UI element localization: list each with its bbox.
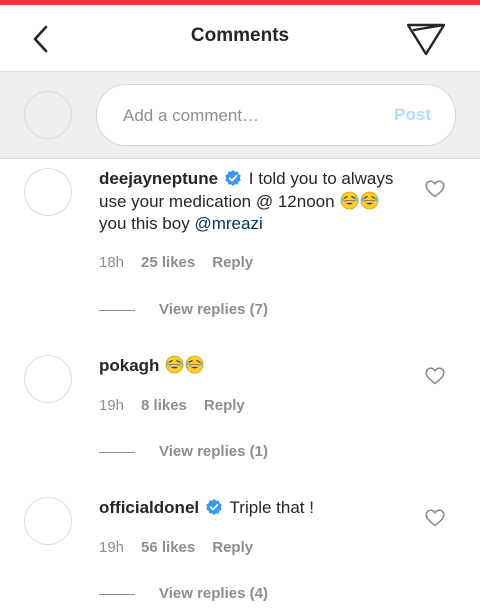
- laughing-emoji-icon: [360, 191, 379, 209]
- heart-outline-icon[interactable]: [425, 367, 445, 385]
- avatar[interactable]: [24, 168, 72, 216]
- comment-time: 19h: [99, 397, 125, 414]
- heart-outline-icon[interactable]: [425, 180, 445, 198]
- heart-outline-icon[interactable]: [425, 509, 445, 527]
- comment-input[interactable]: [121, 85, 375, 147]
- comment-username[interactable]: officialdonel: [99, 498, 199, 517]
- header-bar: Comments: [0, 5, 480, 72]
- verified-badge-icon: [206, 498, 222, 516]
- divider: [99, 452, 135, 453]
- avatar: [24, 91, 72, 139]
- likes-count[interactable]: 25 likes: [141, 254, 195, 271]
- view-replies-button[interactable]: View replies (1): [99, 443, 339, 463]
- comment-composer: Post: [0, 72, 480, 159]
- comment-text: officialdonel Triple that !: [99, 497, 404, 520]
- mention-link[interactable]: @mreazi: [194, 214, 262, 233]
- view-replies-button[interactable]: View replies (7): [99, 301, 339, 321]
- comment-username[interactable]: deejayneptune: [99, 169, 218, 188]
- comment-meta: 19h 56 likes Reply: [99, 539, 270, 556]
- comment-meta: 18h 25 likes Reply: [99, 254, 270, 271]
- reply-button[interactable]: Reply: [212, 539, 253, 556]
- comment-body: Triple that !: [229, 498, 314, 517]
- comment-body: you this boy: [99, 214, 190, 233]
- verified-badge-icon: [225, 169, 241, 187]
- view-replies-button[interactable]: View replies (4): [99, 585, 339, 605]
- divider: [99, 594, 135, 595]
- laughing-emoji-icon: [340, 191, 359, 209]
- avatar[interactable]: [24, 355, 72, 403]
- view-replies-label: View replies (7): [159, 301, 268, 318]
- post-button[interactable]: Post: [394, 105, 431, 125]
- avatar[interactable]: [24, 497, 72, 545]
- likes-count[interactable]: 56 likes: [141, 539, 195, 556]
- likes-count[interactable]: 8 likes: [141, 397, 187, 414]
- view-replies-label: View replies (4): [159, 585, 268, 602]
- comment-text: pokagh: [99, 355, 404, 378]
- direct-send-icon[interactable]: [404, 19, 448, 59]
- comment-input-wrapper: Post: [96, 84, 456, 147]
- reply-button[interactable]: Reply: [204, 397, 245, 414]
- comment-username[interactable]: pokagh: [99, 356, 159, 375]
- laughing-emoji-icon: [165, 355, 184, 374]
- comment-meta: 19h 8 likes Reply: [99, 397, 262, 414]
- divider: [99, 310, 135, 311]
- comment-text: deejayneptune I told you to always use y…: [99, 168, 404, 236]
- laughing-emoji-icon: [185, 355, 204, 374]
- comment-time: 19h: [99, 539, 125, 556]
- view-replies-label: View replies (1): [159, 443, 268, 460]
- comment-time: 18h: [99, 254, 125, 271]
- reply-button[interactable]: Reply: [212, 254, 253, 271]
